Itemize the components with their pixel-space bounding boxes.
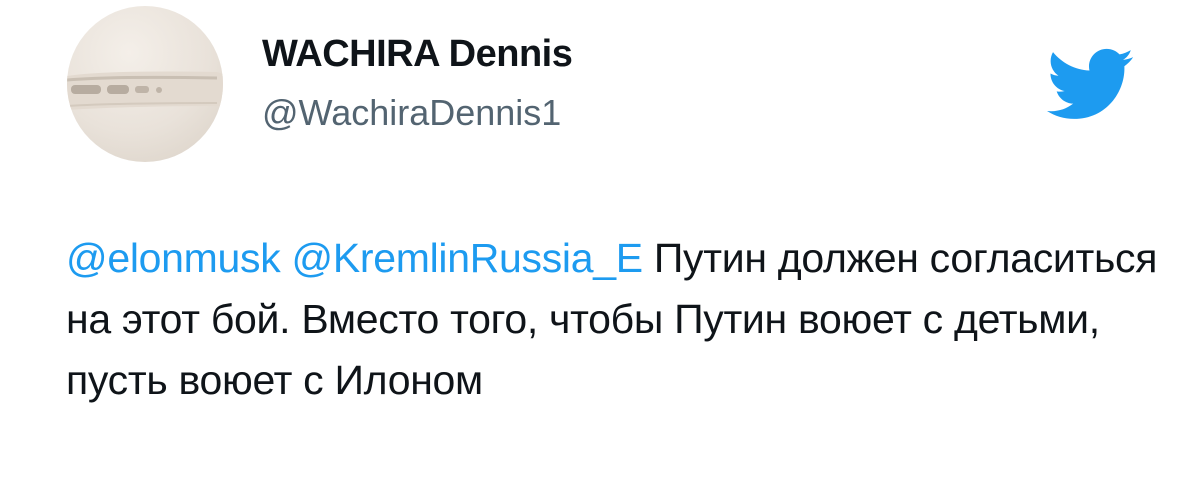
tweet-text: @elonmusk @KremlinRussia_E Путин должен …: [66, 228, 1166, 411]
twitter-bird-icon[interactable]: [1043, 46, 1135, 120]
mention-link[interactable]: @elonmusk: [66, 235, 281, 281]
avatar-image: [67, 71, 223, 110]
author-display-name[interactable]: WACHIRA Dennis: [262, 33, 573, 76]
author-handle[interactable]: @WachiraDennis1: [262, 92, 561, 134]
author-avatar[interactable]: [67, 6, 223, 162]
mention-link[interactable]: @KremlinRussia_E: [292, 235, 644, 281]
tweet-card: WACHIRA Dennis @WachiraDennis1 @elonmusk…: [0, 0, 1200, 493]
